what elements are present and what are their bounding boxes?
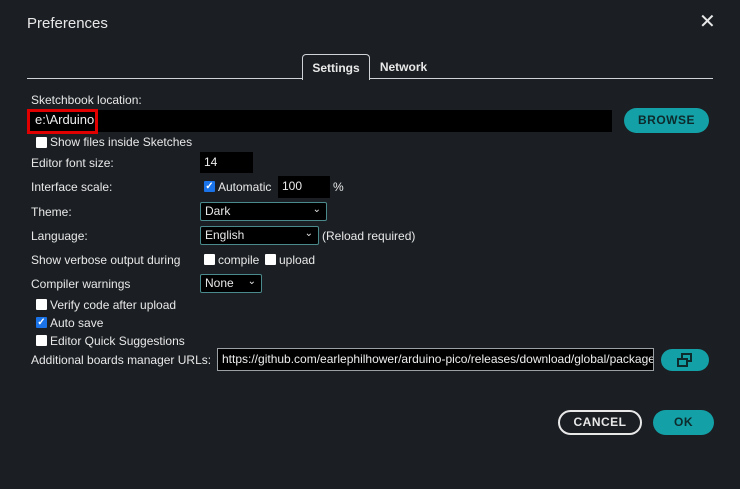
dialog-title: Preferences [27, 15, 108, 32]
chevron-down-icon: ⌄ [304, 228, 313, 239]
language-label: Language: [31, 229, 88, 243]
sketchbook-input[interactable]: e:\Arduino [27, 110, 612, 132]
autosave-checkbox[interactable]: ✓ [36, 317, 47, 328]
warnings-value: None [205, 276, 234, 290]
verbose-label: Show verbose output during [31, 253, 181, 267]
quick-suggestions-label: Editor Quick Suggestions [50, 334, 185, 348]
scale-unit: % [333, 180, 344, 194]
show-files-checkbox[interactable] [36, 137, 47, 148]
language-value: English [205, 228, 245, 242]
verify-label: Verify code after upload [50, 298, 177, 312]
browse-button[interactable]: BROWSE [624, 108, 709, 133]
tab-divider [27, 78, 713, 79]
autosave-label: Auto save [50, 316, 104, 330]
window-restore-icon [677, 353, 692, 367]
cancel-button[interactable]: CANCEL [558, 410, 642, 435]
quick-suggestions-checkbox[interactable] [36, 335, 47, 346]
automatic-label: Automatic [218, 180, 272, 194]
verify-checkbox[interactable] [36, 299, 47, 310]
warnings-label: Compiler warnings [31, 277, 131, 291]
warnings-select[interactable]: None ⌄ [200, 274, 262, 293]
reload-note: (Reload required) [322, 229, 416, 243]
urls-input[interactable]: https://github.com/earlephilhower/arduin… [217, 348, 654, 371]
upload-label: upload [279, 253, 316, 267]
chevron-down-icon: ⌄ [247, 276, 256, 287]
close-icon[interactable]: ✕ [699, 12, 716, 32]
theme-select[interactable]: Dark ⌄ [200, 202, 327, 221]
upload-checkbox[interactable] [265, 254, 276, 265]
ok-button[interactable]: OK [653, 410, 714, 435]
font-size-input[interactable]: 14 [200, 152, 253, 173]
compile-checkbox[interactable] [204, 254, 215, 265]
highlight-box [27, 109, 98, 134]
urls-label: Additional boards manager URLs: [31, 353, 212, 367]
sketchbook-label: Sketchbook location: [31, 93, 142, 107]
font-size-label: Editor font size: [31, 156, 114, 170]
tab-settings[interactable]: Settings [302, 54, 370, 80]
edit-urls-button[interactable] [661, 349, 709, 371]
chevron-down-icon: ⌄ [312, 204, 321, 215]
automatic-checkbox[interactable]: ✓ [204, 181, 215, 192]
scale-label: Interface scale: [31, 180, 113, 194]
language-select[interactable]: English ⌄ [200, 226, 319, 245]
compile-label: compile [218, 253, 260, 267]
show-files-label: Show files inside Sketches [50, 135, 193, 149]
tab-network[interactable]: Network [372, 54, 435, 79]
theme-label: Theme: [31, 205, 72, 219]
scale-input[interactable]: 100 [278, 176, 330, 198]
theme-value: Dark [205, 204, 231, 218]
